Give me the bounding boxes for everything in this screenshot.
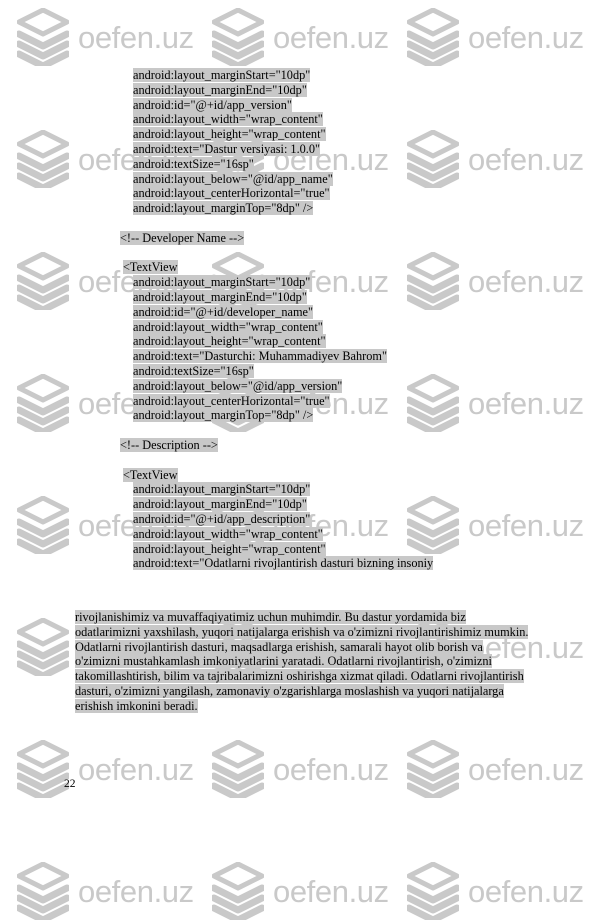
code-line-text: android:layout_height="wrap_content"	[133, 127, 326, 142]
code-line-text: <!-- Developer Name -->	[120, 230, 245, 245]
watermark-label: oefen.uz	[78, 873, 194, 909]
code-line: android:layout_centerHorizontal="true"	[0, 393, 595, 409]
description-text: rivojlanishimiz va muvaffaqiyatimiz uchu…	[75, 610, 529, 713]
code-line: android:layout_marginEnd="10dp"	[0, 289, 595, 305]
watermark-tile: oefen.uz	[17, 862, 194, 920]
stacked-layers-icon	[17, 862, 69, 920]
code-line: android:id="@+id/app_version"	[0, 97, 595, 113]
code-line-text: android:layout_marginTop="8dp" />	[133, 201, 314, 216]
code-line-text: android:layout_marginStart="10dp"	[133, 482, 311, 497]
stacked-layers-icon	[407, 862, 459, 920]
code-line-text: android:id="@+id/developer_name"	[133, 304, 314, 319]
code-line: <TextView	[0, 260, 595, 275]
code-line-text: android:layout_below="@id/app_version"	[133, 378, 343, 393]
code-line: android:layout_height="wrap_content"	[0, 541, 595, 557]
code-line: android:layout_marginEnd="10dp"	[0, 497, 595, 512]
watermark-tile: oefen.uz	[212, 862, 389, 920]
code-line-text: android:layout_marginEnd="10dp"	[133, 289, 307, 304]
code-line: android:textSize="16sp"	[0, 363, 595, 379]
code-line: android:layout_width="wrap_content"	[0, 112, 595, 127]
code-line-text: android:text="Odatlarni rivojlantirish d…	[133, 556, 434, 571]
code-line-text: android:layout_marginEnd="10dp"	[133, 82, 307, 97]
code-line: <!-- Developer Name -->	[0, 230, 595, 246]
code-line-text: android:id="@+id/app_version"	[133, 97, 292, 112]
code-line-text: android:layout_height="wrap_content"	[133, 334, 326, 349]
code-line: android:layout_below="@id/app_version"	[0, 378, 595, 394]
code-line: android:layout_marginStart="10dp"	[0, 482, 595, 497]
code-line: android:layout_height="wrap_content"	[0, 334, 595, 349]
code-line: android:layout_width="wrap_content"	[0, 319, 595, 335]
code-line: android:layout_marginStart="10dp"	[0, 68, 595, 83]
code-line: android:layout_marginEnd="10dp"	[0, 82, 595, 98]
code-line-text: android:layout_marginTop="8dp" />	[133, 408, 314, 423]
code-line-text: <TextView	[123, 467, 178, 482]
code-line: android:text="Dasturchi: Muhammadiyev Ba…	[0, 349, 595, 364]
code-block: android:layout_marginStart="10dp" android…	[0, 68, 595, 571]
code-line: android:text="Dastur versiyasi: 1.0.0"	[0, 141, 595, 157]
code-line: <!-- Description -->	[0, 437, 595, 453]
code-line-text: <TextView	[123, 260, 178, 275]
code-line-text: android:text="Dastur versiyasi: 1.0.0"	[133, 141, 321, 156]
code-line: android:textSize="16sp"	[0, 156, 595, 172]
code-line-text: <!-- Description -->	[120, 437, 218, 452]
code-line: android:layout_height="wrap_content"	[0, 127, 595, 142]
code-line: android:text="Odatlarni rivojlantirish d…	[0, 556, 595, 571]
code-line-text: android:layout_width="wrap_content"	[133, 112, 323, 127]
document-page: android:layout_marginStart="10dp" android…	[0, 0, 595, 842]
watermark-label: oefen.uz	[273, 873, 389, 909]
code-line-text: android:textSize="16sp"	[133, 156, 254, 171]
code-line: android:id="@+id/developer_name"	[0, 304, 595, 320]
code-line-text: android:id="@+id/app_description"	[133, 511, 311, 526]
code-line: android:layout_width="wrap_content"	[0, 526, 595, 542]
code-line: <TextView	[0, 467, 595, 483]
code-line-text: android:layout_centerHorizontal="true"	[133, 186, 330, 201]
code-line-text: android:layout_centerHorizontal="true"	[133, 393, 330, 408]
description-paragraph: rivojlanishimiz va muvaffaqiyatimiz uchu…	[75, 610, 530, 714]
code-line-text: android:textSize="16sp"	[133, 363, 254, 378]
code-line: android:layout_marginTop="8dp" />	[0, 408, 595, 423]
code-line-text: android:text="Dasturchi: Muhammadiyev Ba…	[133, 349, 387, 364]
code-line-text: android:layout_marginEnd="10dp"	[133, 497, 307, 512]
watermark-tile: oefen.uz	[407, 862, 584, 920]
code-line: android:layout_marginTop="8dp" />	[0, 201, 595, 216]
code-line-text: android:layout_marginStart="10dp"	[133, 275, 311, 290]
code-line-text: android:layout_width="wrap_content"	[133, 319, 323, 334]
code-line-text: android:layout_width="wrap_content"	[133, 526, 323, 541]
code-line-text: android:layout_height="wrap_content"	[133, 541, 326, 556]
code-line-text: android:layout_below="@id/app_name"	[133, 171, 333, 186]
watermark-label: oefen.uz	[468, 873, 584, 909]
code-line-text: android:layout_marginStart="10dp"	[133, 68, 311, 82]
code-line: android:layout_below="@id/app_name"	[0, 171, 595, 187]
code-line: android:layout_marginStart="10dp"	[0, 275, 595, 290]
stacked-layers-icon	[212, 862, 264, 920]
code-line: android:layout_centerHorizontal="true"	[0, 186, 595, 201]
page-number: 22	[64, 778, 76, 790]
code-line: android:id="@+id/app_description"	[0, 511, 595, 527]
